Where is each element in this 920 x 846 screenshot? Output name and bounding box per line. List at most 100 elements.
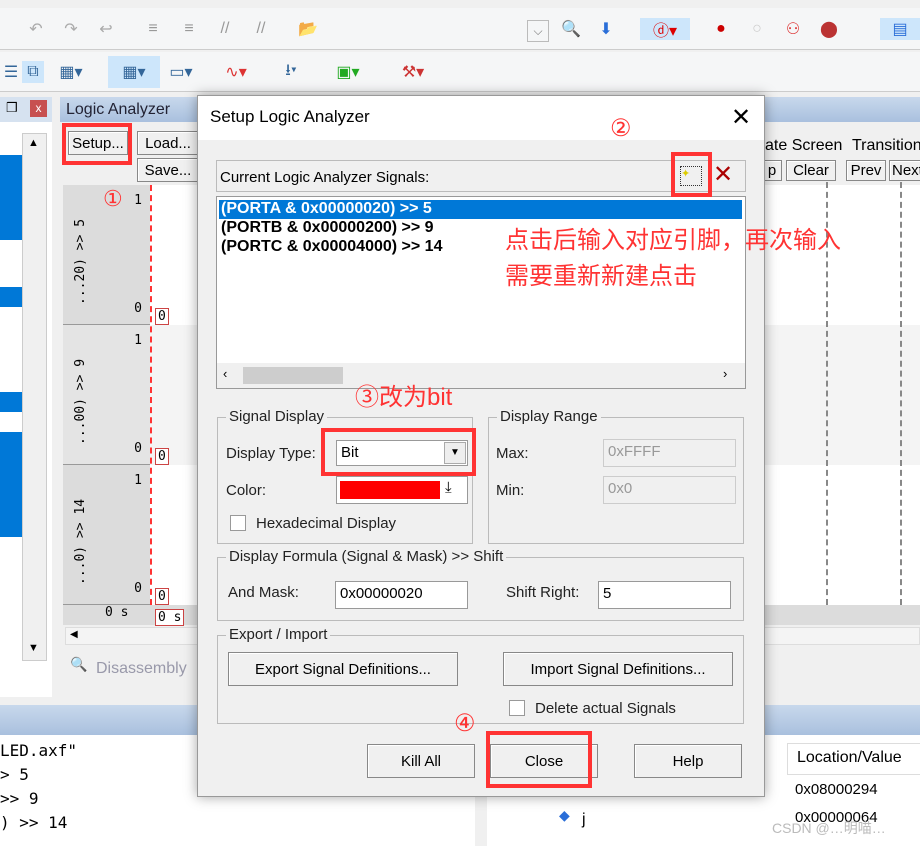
close-icon[interactable]: x (30, 100, 47, 117)
breakpoints-icon[interactable]: ⚇ (782, 18, 804, 40)
list-hscroll-thumb[interactable] (243, 367, 343, 384)
pin-icon[interactable]: ❒ (6, 100, 18, 116)
hex-display-checkbox[interactable] (230, 515, 246, 531)
redo-icon[interactable]: ↷ (60, 18, 82, 40)
list-row[interactable] (0, 432, 22, 537)
unindent-icon[interactable]: ≡ (178, 18, 200, 40)
annotation-step4: ④ (454, 710, 476, 737)
color-dropdown-icon[interactable]: ⤓ (445, 479, 452, 496)
signal-item[interactable]: (PORTA & 0x00000020) >> 5 (221, 200, 432, 218)
toolbar-row-1: ↶ ↷ ↩ ≡ ≡ // // 📂 ⌵ 🔍 ⬇ ⓓ▾ ● ○ ⚇ ⬤ ▤ (0, 8, 920, 50)
save-button[interactable]: Save... (137, 158, 199, 182)
command-line: >> 9 (0, 789, 39, 808)
serial-window-icon[interactable]: ▦▾ (108, 56, 160, 88)
undo-icon[interactable]: ↶ (25, 18, 47, 40)
list-row[interactable] (0, 287, 22, 307)
next-button[interactable]: Next (889, 160, 920, 181)
list-row[interactable] (0, 155, 22, 240)
shift-right-field[interactable]: 5 (598, 581, 731, 609)
transition-label: Transition (852, 137, 920, 154)
dialog-title: Setup Logic Analyzer (210, 107, 370, 126)
find-icon[interactable]: 🔍 (560, 18, 582, 40)
kill-breakpoints-icon[interactable]: ⬤ (818, 18, 840, 40)
scroll-up-icon[interactable]: ▲ (28, 137, 39, 149)
breakpoint-disabled-icon[interactable]: ○ (746, 18, 768, 40)
indent-icon[interactable]: ≡ (142, 18, 164, 40)
color-label: Color: (226, 482, 267, 499)
left-panel: ❒ x ▲ ▼ (0, 97, 52, 697)
signal-label-row[interactable]: 1 ...00) >> 9 0 (63, 325, 150, 465)
load-button[interactable]: Load... (137, 131, 199, 155)
system-viewer-icon[interactable]: ⭳▾ (280, 61, 302, 83)
annotation-note: 需要重新新建点击 (505, 263, 697, 290)
disassembly-icon: 🔍 (70, 656, 88, 672)
command-line: LED.axf" (0, 741, 78, 760)
scroll-left-icon[interactable]: ‹ (223, 366, 227, 381)
analysis-icon[interactable]: ∿▾ (225, 61, 247, 83)
registers-icon[interactable]: ☰ (0, 61, 22, 83)
window-icon[interactable]: ▤ (880, 18, 920, 40)
uncomment-icon[interactable]: // (250, 18, 272, 40)
signal-item[interactable]: (PORTC & 0x00004000) >> 14 (221, 238, 442, 256)
signal-value: 0 (155, 448, 169, 465)
annotation-box-new (671, 152, 712, 197)
toolbox-icon[interactable]: ▣▾ (336, 61, 359, 83)
scroll-left-icon[interactable]: ◀ (70, 629, 78, 640)
delete-signals-checkbox[interactable] (509, 700, 525, 716)
call-stack-icon[interactable]: ⧉ (22, 61, 44, 83)
watermark: CSDN @…明喵… (772, 820, 886, 836)
export-signals-button[interactable]: Export Signal Definitions... (228, 652, 458, 686)
color-swatch (340, 481, 440, 499)
and-mask-label: And Mask: (228, 584, 299, 601)
import-signals-button[interactable]: Import Signal Definitions... (503, 652, 733, 686)
memory-window-icon[interactable]: ▦▾ (59, 61, 82, 83)
delete-signals-label: Delete actual Signals (535, 700, 676, 717)
signal-item[interactable]: (PORTB & 0x00000200) >> 9 (221, 219, 434, 237)
annotation-box-display-type (321, 428, 476, 476)
and-mask-field[interactable]: 0x00000020 (335, 581, 468, 609)
min-label: Min: (496, 482, 525, 499)
dialog-close-icon[interactable]: ✕ (731, 103, 751, 132)
clear-button[interactable]: Clear (786, 160, 836, 181)
annotation-box-close (486, 731, 592, 788)
annotation-step1: ① (103, 186, 123, 211)
min-field[interactable]: 0x0 (603, 476, 736, 504)
breakpoint-icon[interactable]: ● (710, 18, 732, 40)
list-row[interactable] (0, 392, 22, 412)
command-line: ) >> 14 (0, 813, 68, 832)
comment-icon[interactable]: // (214, 18, 236, 40)
scroll-right-icon[interactable]: › (723, 366, 727, 381)
back-icon[interactable]: ↩ (95, 18, 117, 40)
annotation-note: 点击后输入对应引脚，再次输入 (505, 227, 841, 254)
settings-tools-icon[interactable]: ⚒▾ (402, 61, 424, 83)
trace-icon[interactable]: ▭▾ (169, 61, 192, 83)
cursor-time: 0 s (155, 609, 185, 626)
annotation-step3: ③改为bit (355, 384, 453, 411)
scrollbar[interactable] (22, 133, 47, 661)
shift-right-label: Shift Right: (506, 584, 580, 601)
signals-label: Current Logic Analyzer Signals: (220, 169, 430, 186)
download-icon[interactable]: ⬇ (595, 18, 617, 40)
panel-title: Logic Analyzer (66, 101, 171, 118)
watch-column-header: Location/Value (797, 749, 902, 766)
max-field[interactable]: 0xFFFF (603, 439, 736, 467)
setup-dialog: Setup Logic Analyzer ✕ Current Logic Ana… (197, 95, 765, 797)
prev-button[interactable]: Prev (846, 160, 886, 181)
kill-all-button[interactable]: Kill All (367, 744, 475, 778)
help-button[interactable]: Help (634, 744, 742, 778)
signal-value: 0 (155, 308, 169, 325)
delete-signal-icon[interactable]: ✕ (713, 160, 733, 189)
hex-display-label: Hexadecimal Display (256, 515, 397, 532)
stop-button[interactable]: p (762, 160, 782, 181)
signal-value: 0 (155, 588, 169, 605)
annotation-box-setup (62, 123, 132, 165)
tab-disassembly[interactable]: Disassembly (96, 660, 187, 678)
signal-trace (150, 185, 152, 605)
update-screen-label: ate Screen (765, 137, 843, 154)
annotation-step2: ② (610, 115, 632, 142)
signal-label-row[interactable]: 1 ...0) >> 14 0 (63, 465, 150, 605)
debug-icon[interactable]: ⓓ▾ (640, 18, 690, 40)
scroll-down-icon[interactable]: ▼ (28, 642, 39, 654)
dropdown-icon[interactable]: ⌵ (527, 20, 549, 42)
open-folder-icon[interactable]: 📂 (297, 18, 319, 40)
